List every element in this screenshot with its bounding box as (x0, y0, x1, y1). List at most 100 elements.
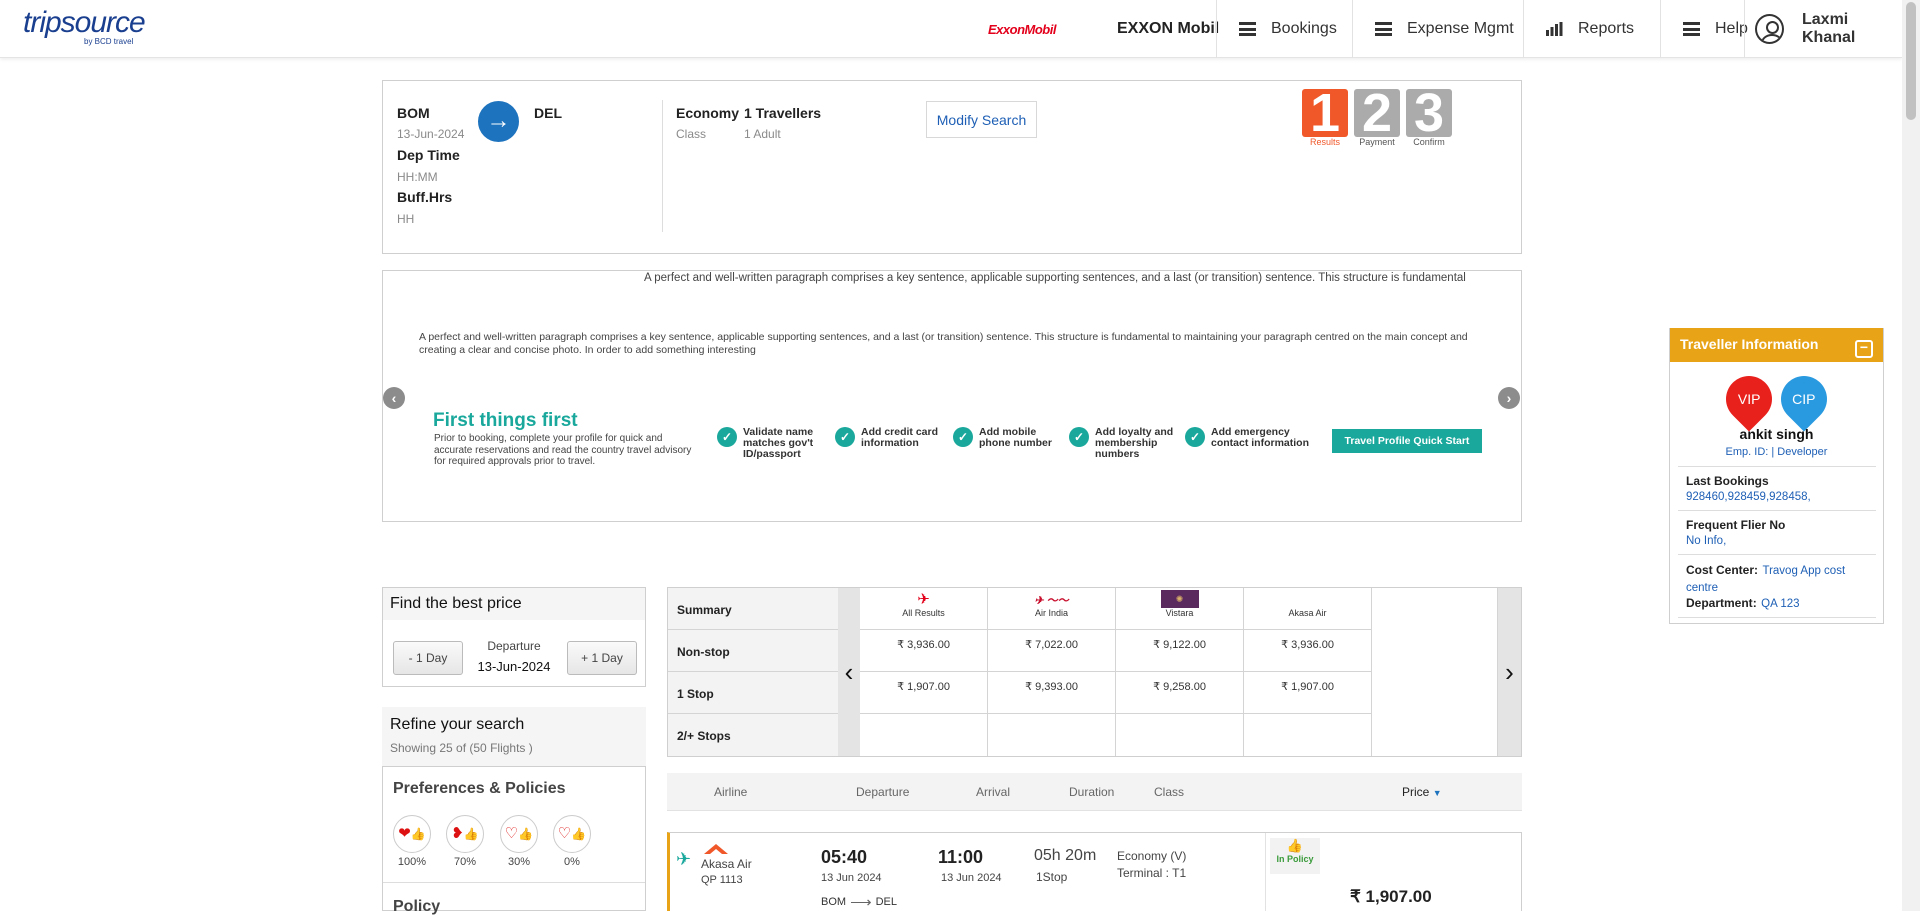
fare-cell[interactable]: ₹ 3,936.00 (1244, 630, 1372, 672)
departure-label: Departure (487, 639, 541, 653)
check-icon: ✓ (717, 427, 737, 447)
flight-code: QP 1113 (701, 874, 743, 886)
nav-expense[interactable]: Expense Mgmt (1352, 0, 1523, 58)
user-menu[interactable]: Laxmi Khanal (1744, 0, 1902, 58)
fare-cell[interactable]: ₹ 3,936.00 (860, 630, 988, 672)
flight-cabin: Economy (V) (1117, 849, 1187, 863)
tripsource-logo[interactable]: tripsource (23, 6, 146, 40)
carousel-next-icon[interactable]: › (1498, 387, 1520, 409)
pref-filter-0[interactable]: ♡👍 (553, 815, 591, 853)
matrix-next-icon[interactable]: › (1498, 588, 1521, 756)
matrix-row-summary: Summary (677, 603, 732, 617)
traveller-name: ankit singh (1739, 426, 1814, 442)
frequent-flier-value: No Info, (1686, 535, 1727, 547)
fare-cell[interactable] (1244, 714, 1372, 756)
nav-help[interactable]: Help (1660, 0, 1754, 58)
traveller-count: 1 Travellers (744, 105, 822, 121)
check-item: ✓ Add credit card information (835, 427, 943, 449)
nav-help-label: Help (1715, 20, 1748, 37)
fare-cell[interactable]: ₹ 9,122.00 (1116, 630, 1244, 672)
matrix-airline-all[interactable]: ✈ All Results (860, 588, 988, 630)
check-icon: ✓ (953, 427, 973, 447)
modify-search-button[interactable]: Modify Search (926, 101, 1037, 138)
thumbs-up-icon: 👍 (463, 827, 479, 841)
flight-stops[interactable]: 1Stop (1036, 870, 1067, 884)
sort-departure[interactable]: Departure (856, 785, 909, 799)
page-scrollbar[interactable] (1902, 0, 1920, 911)
flight-airline: Akasa Air (701, 857, 752, 871)
department: Department: QA 123 (1686, 596, 1800, 610)
nav-bookings[interactable]: Bookings (1216, 0, 1352, 58)
check-item: ✓ Add mobile phone number (953, 427, 1061, 449)
air-india-logo-icon: ✈ ～～ (1034, 595, 1069, 607)
sort-arrival[interactable]: Arrival (976, 785, 1010, 799)
sort-airline[interactable]: Airline (714, 785, 747, 799)
matrix-airline-akasa[interactable]: Akasa Air (1244, 588, 1372, 630)
step-1-icon: 1 (1302, 86, 1348, 140)
travel-date: 13-Jun-2024 (397, 127, 465, 141)
bcd-logo: by BCD travel (84, 37, 134, 46)
step-2-label: Payment (1359, 137, 1395, 147)
banner-paragraph: A perfect and well-written paragraph com… (419, 331, 1468, 356)
step-2-icon: 2 (1354, 86, 1400, 140)
check-icon: ✓ (1185, 427, 1205, 447)
traveller-emp-id: Emp. ID: | Developer (1725, 446, 1828, 458)
fare-cell[interactable]: ₹ 1,907.00 (1244, 672, 1372, 714)
top-header: tripsource by BCD travel ExxonMobil EXXO… (0, 0, 1902, 58)
pref-label: 100% (397, 856, 427, 868)
divider (662, 100, 663, 232)
fare-cell[interactable]: ₹ 1,907.00 (860, 672, 988, 714)
nav-expense-label: Expense Mgmt (1407, 20, 1514, 37)
policy-badge: 👍 In Policy (1270, 838, 1320, 874)
fare-cell[interactable]: ₹ 9,258.00 (1116, 672, 1244, 714)
traveller-count-sub: 1 Adult (744, 127, 781, 141)
nav-bookings-label: Bookings (1271, 20, 1337, 37)
flight-arr-time: 11:00 (938, 847, 984, 867)
pref-filter-30[interactable]: ♡👍 (500, 815, 538, 853)
sort-price[interactable]: Price ▼ (1402, 785, 1442, 799)
flight-dep-time: 05:40 (821, 847, 868, 867)
scrollbar-thumb[interactable] (1906, 2, 1916, 120)
matrix-airline-vistara[interactable]: ✺ Vistara (1116, 588, 1244, 630)
banner-carousel (382, 270, 1522, 522)
fare-cell[interactable]: ₹ 9,393.00 (988, 672, 1116, 714)
nav-reports-label: Reports (1578, 20, 1635, 37)
buff-hrs-label: Buff.Hrs (397, 189, 453, 205)
step-3-icon: 3 (1406, 86, 1452, 140)
flight-arr-date: 13 Jun 2024 (941, 872, 1002, 884)
matrix-row-1stop: 1 Stop (677, 687, 714, 701)
plane-icon: ✈ (917, 591, 930, 608)
profile-quick-start-button[interactable]: Travel Profile Quick Start (1332, 429, 1482, 453)
pref-filter-70[interactable]: ❥👍 (446, 815, 484, 853)
matrix-row-2stops: 2/+ Stops (677, 729, 731, 743)
matrix-row-nonstop: Non-stop (677, 645, 730, 659)
buff-hrs-field[interactable]: HH (397, 212, 414, 226)
sort-duration[interactable]: Duration (1069, 785, 1114, 799)
pref-filter-100[interactable]: ❤👍 (393, 815, 431, 853)
fare-cell[interactable] (1116, 714, 1244, 756)
collapse-icon[interactable]: − (1855, 340, 1873, 358)
carousel-prev-icon[interactable]: ‹ (383, 387, 405, 409)
promo-title: First things first (433, 410, 578, 431)
matrix-prev-icon[interactable]: ‹ (838, 588, 860, 756)
refine-title: Refine your search (390, 716, 525, 733)
sort-class[interactable]: Class (1154, 785, 1184, 799)
best-price-title: Find the best price (390, 595, 522, 612)
fare-cell[interactable] (860, 714, 988, 756)
minus-day-button[interactable]: - 1 Day (393, 641, 463, 675)
menu-icon (1375, 22, 1392, 36)
heart-icon: ♡ (557, 825, 572, 842)
step-3-label: Confirm (1413, 137, 1445, 147)
plus-day-button[interactable]: + 1 Day (567, 641, 637, 675)
flight-terminal: Terminal : T1 (1117, 866, 1187, 880)
heart-icon: ❤ (398, 825, 411, 842)
last-bookings-links[interactable]: 928460,928459,928458, (1686, 491, 1811, 503)
check-icon: ✓ (1069, 427, 1089, 447)
user-avatar-icon (1755, 14, 1784, 44)
dep-time-field[interactable]: HH:MM (397, 170, 438, 184)
matrix-airline-airindia[interactable]: ✈ ～～ Air India (988, 588, 1116, 630)
flight-price[interactable]: ₹ 1,907.00 (1350, 887, 1432, 907)
nav-reports[interactable]: Reports (1523, 0, 1660, 58)
fare-cell[interactable]: ₹ 7,022.00 (988, 630, 1116, 672)
fare-cell[interactable] (988, 714, 1116, 756)
